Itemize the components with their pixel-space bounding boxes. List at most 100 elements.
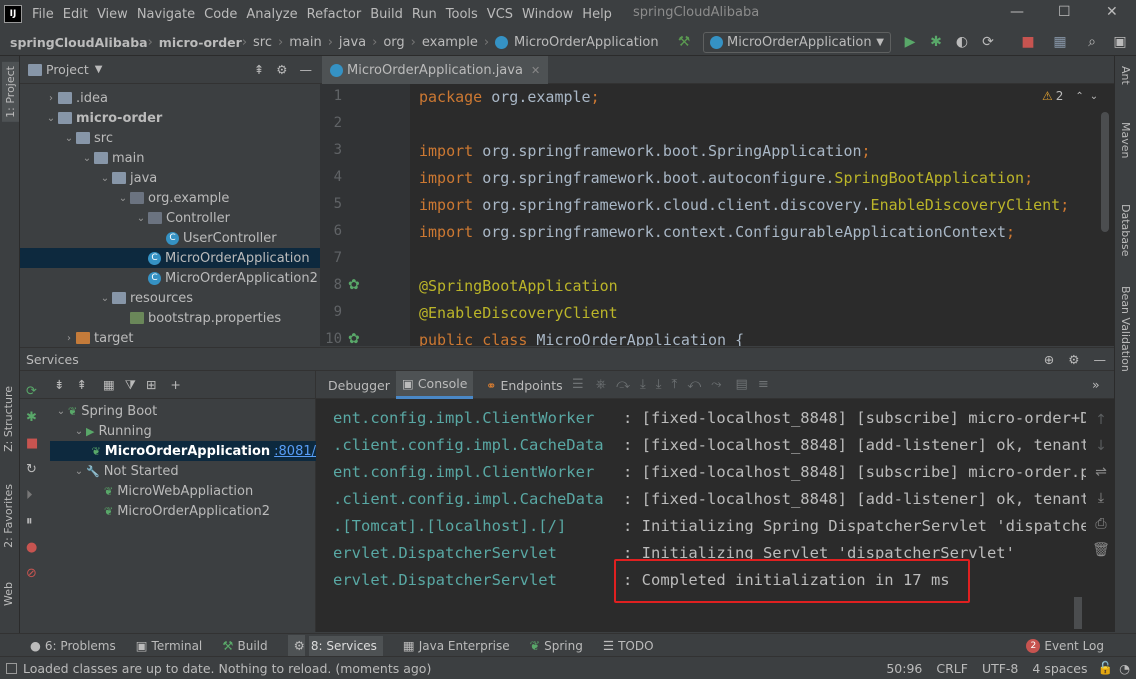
code-line[interactable]: import org.springframework.boot.SpringAp… [419, 142, 871, 160]
tab-spring[interactable]: Spring [544, 639, 583, 653]
tree-node[interactable]: › .idea [20, 88, 320, 108]
breadcrumb-item[interactable]: example [422, 35, 478, 50]
menu-tools[interactable]: Tools [446, 7, 478, 22]
chevron-down-icon[interactable]: ⌄ [1090, 91, 1098, 102]
debug-bug-icon[interactable]: ✱ [26, 405, 38, 431]
tree-arrow-icon[interactable]: ⌄ [98, 173, 112, 184]
git-icon[interactable]: ◔ [1119, 661, 1130, 676]
tree-node[interactable]: › target [20, 328, 320, 348]
chevron-down-icon[interactable]: ▼ [95, 64, 103, 75]
gear-icon[interactable]: ⚙ [1068, 352, 1079, 367]
tab-terminal[interactable]: Terminal [152, 639, 203, 653]
tree-arrow-icon[interactable]: ⌄ [72, 426, 86, 437]
tab-todo[interactable]: TODO [618, 639, 653, 653]
caret-position[interactable]: 50:96 [886, 661, 922, 676]
collapse-all-icon[interactable]: ⇞ [76, 377, 86, 392]
tree-node[interactable]: ⌄ java [20, 168, 320, 188]
line-separator[interactable]: CRLF [936, 661, 968, 676]
step-into-icon[interactable]: ⤓ [640, 377, 646, 392]
tab-event-log[interactable]: Event Log [1044, 639, 1104, 653]
tab-java-enterprise[interactable]: Java Enterprise [419, 639, 510, 653]
breadcrumb-item[interactable]: main [289, 35, 321, 50]
tree-node[interactable]: ⌄ src [20, 128, 320, 148]
menu-file[interactable]: File [32, 7, 54, 22]
add-icon[interactable]: + [170, 377, 180, 392]
tree-node[interactable]: ⌄ Controller [20, 208, 320, 228]
evaluate-icon[interactable]: ▤ [736, 377, 748, 392]
up-arrow-icon[interactable]: ↑ [1088, 407, 1114, 433]
hide-icon[interactable]: — [300, 62, 313, 77]
toggle-tool-windows-icon[interactable] [6, 662, 17, 674]
drop-frame-icon[interactable]: ⤺ [687, 377, 701, 392]
breadcrumb-item[interactable]: org [383, 35, 404, 50]
lock-icon[interactable]: 🔓 [1098, 660, 1114, 676]
menu-icon[interactable]: ☰ [572, 377, 584, 392]
close-tab-icon[interactable]: ✕ [531, 64, 540, 77]
profile-icon[interactable]: ⟳ [980, 34, 996, 50]
menu-vcs[interactable]: VCS [487, 7, 513, 22]
chevron-up-icon[interactable]: ⌃ [1075, 91, 1083, 102]
service-node[interactable]: ❦ MicroOrderApplication2 [50, 501, 316, 521]
tab-database[interactable]: Database [1119, 204, 1132, 257]
tree-arrow-icon[interactable]: ⌄ [44, 113, 58, 124]
step-over-icon[interactable]: ⤼ [616, 377, 630, 392]
menu-run[interactable]: Run [412, 7, 437, 22]
inspection-widget[interactable]: ⚠ 2 ⌃ ⌄ [1042, 89, 1098, 103]
breadcrumb-item[interactable]: src [253, 35, 272, 50]
tree-node[interactable]: C MicroOrderApplication2 [20, 268, 320, 288]
tree-arrow-icon[interactable]: › [62, 333, 76, 344]
build-hammer-icon[interactable]: ⚒ [676, 34, 692, 50]
project-title[interactable]: Project [46, 62, 89, 77]
editor-scrollbar[interactable] [1101, 112, 1109, 232]
tree-arrow-icon[interactable]: ⌄ [62, 133, 76, 144]
print-icon[interactable]: ⎙ [1088, 511, 1114, 537]
tree-arrow-icon[interactable]: ⌄ [98, 293, 112, 304]
tree-arrow-icon[interactable]: ⌄ [80, 153, 94, 164]
restore-layout-icon[interactable]: ⎈ [596, 377, 606, 392]
tab-build[interactable]: Build [237, 639, 267, 653]
restart-icon[interactable]: ↻ [26, 457, 38, 483]
debug-bug-icon[interactable]: ✱ [928, 34, 944, 50]
menu-edit[interactable]: Edit [63, 7, 88, 22]
file-encoding[interactable]: UTF-8 [982, 661, 1018, 676]
breadcrumb-item[interactable]: MicroOrderApplication [514, 35, 659, 50]
menu-window[interactable]: Window [522, 7, 573, 22]
service-node[interactable]: ❦ MicroOrderApplication:8081/ [50, 441, 316, 461]
down-arrow-icon[interactable]: ↓ [1088, 433, 1114, 459]
rerun-icon[interactable]: ⟳ [26, 379, 38, 405]
tree-arrow-icon[interactable]: ⌄ [134, 213, 148, 224]
trace-icon[interactable]: ≡ [758, 377, 769, 392]
tab-project[interactable]: 1: Project [2, 62, 19, 122]
collapse-all-icon[interactable]: ⇞ [254, 62, 264, 77]
code-line[interactable]: import org.springframework.context.Confi… [419, 223, 1015, 241]
close-icon[interactable]: ✕ [1106, 4, 1118, 20]
crosshair-icon[interactable]: ⊕ [1044, 352, 1054, 367]
run-config-select[interactable]: MicroOrderApplication ▼ [703, 32, 891, 53]
code-line[interactable]: package org.example; [419, 88, 600, 106]
filter-icon[interactable]: ⧩ [125, 377, 136, 393]
tree-arrow-icon[interactable]: ⌄ [116, 193, 130, 204]
tab-web[interactable]: Web [2, 582, 15, 606]
terminal-icon[interactable]: ▣ [1112, 34, 1128, 50]
new-tab-icon[interactable]: ⊞ [146, 377, 156, 392]
coverage-icon[interactable]: ◐ [954, 34, 970, 50]
expand-all-icon[interactable]: ⇟ [54, 377, 64, 392]
run-to-cursor-icon[interactable]: ⤳ [711, 377, 721, 392]
tree-node[interactable]: C MicroOrderApplication [20, 248, 320, 268]
tree-node[interactable]: ⌄ main [20, 148, 320, 168]
run-icon[interactable]: ▶ [902, 34, 918, 50]
tab-micro-order-application[interactable]: MicroOrderApplication.java ✕ [322, 56, 549, 84]
more-icon[interactable]: » [1092, 377, 1100, 392]
tab-ant[interactable]: Ant [1119, 66, 1132, 85]
service-node[interactable]: ❦ MicroWebAppliaction [50, 481, 316, 501]
scroll-to-end-icon[interactable]: ⤓ [1088, 485, 1114, 511]
console-scrollbar[interactable] [1074, 597, 1082, 629]
tab-services[interactable]: 8: Services [308, 635, 383, 656]
project-structure-icon[interactable]: ▦ [1052, 34, 1068, 50]
code-line[interactable]: import org.springframework.boot.autoconf… [419, 169, 1033, 187]
breadcrumb-item[interactable]: java [339, 35, 366, 50]
mute-breakpoints-icon[interactable]: ⊘ [26, 561, 38, 587]
minimize-icon[interactable]: — [1010, 4, 1024, 20]
menu-navigate[interactable]: Navigate [137, 7, 195, 22]
step-icon[interactable]: ⏵ [26, 483, 38, 509]
